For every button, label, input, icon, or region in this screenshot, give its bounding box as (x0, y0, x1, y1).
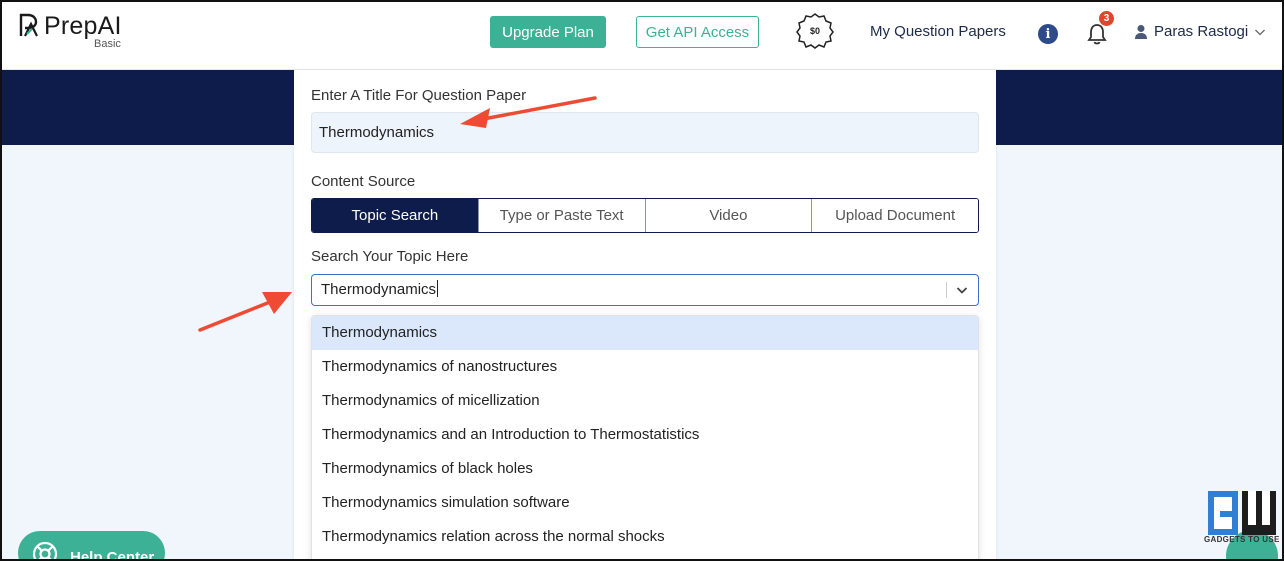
content-source-label: Content Source (311, 173, 416, 190)
content-source-tabs: Topic Search Type or Paste Text Video Up… (311, 198, 979, 233)
logo-text: PrepAI (44, 12, 122, 40)
search-input-value: Thermodynamics (321, 280, 439, 298)
logo-mark-icon (19, 13, 38, 37)
top-header: PrepAI Basic Upgrade Plan Get API Access… (0, 0, 1284, 70)
suggestion-option[interactable]: Thermodynamics of black holes (312, 452, 978, 486)
coin-balance: $0 (809, 26, 820, 36)
topic-search-input[interactable]: Thermodynamics (311, 274, 979, 306)
user-name: Paras Rastogi (1154, 23, 1249, 40)
info-icon[interactable]: i (1038, 24, 1058, 44)
suggestion-option[interactable]: Thermodynamics relation across the norma… (312, 520, 978, 554)
search-topic-label: Search Your Topic Here (311, 248, 469, 265)
tab-upload-document[interactable]: Upload Document (812, 199, 978, 232)
get-api-access-button[interactable]: Get API Access (636, 16, 759, 48)
gadgets-to-use-logo-icon (1208, 491, 1276, 535)
plan-label: Basic (94, 38, 121, 50)
prepai-logo[interactable]: PrepAI (18, 12, 122, 40)
watermark-text: GADGETS TO USE (1204, 535, 1280, 544)
notification-badge: 3 (1099, 11, 1114, 26)
suggestion-option[interactable]: Thermodynamics simulation software (312, 486, 978, 520)
text-cursor (437, 280, 439, 297)
title-input[interactable]: Thermodynamics (311, 112, 979, 153)
help-center-icon (32, 541, 58, 561)
tab-type-or-paste-text[interactable]: Type or Paste Text (478, 199, 646, 232)
title-field-label: Enter A Title For Question Paper (311, 87, 527, 104)
suggestion-option[interactable]: Thermodynamics of micellization (312, 384, 978, 418)
suggestion-option[interactable]: Thermodynamics of nanostructures (312, 350, 978, 384)
tab-topic-search[interactable]: Topic Search (312, 199, 479, 232)
help-center-button[interactable]: Help Center (18, 531, 165, 561)
user-menu[interactable]: Paras Rastogi (1134, 23, 1266, 40)
annotation-arrow-icon (198, 292, 292, 332)
credits-coin[interactable]: $0 (795, 12, 835, 50)
upgrade-plan-button[interactable]: Upgrade Plan (490, 16, 606, 48)
question-paper-form: Enter A Title For Question Paper Thermod… (294, 70, 996, 561)
tab-video[interactable]: Video (645, 199, 813, 232)
chevron-down-icon (1255, 29, 1266, 35)
my-question-papers-link[interactable]: My Question Papers (870, 23, 1006, 40)
help-center-label: Help Center (70, 549, 155, 561)
chevron-down-icon[interactable] (955, 283, 969, 297)
suggestion-option[interactable]: Thermodynamics (312, 316, 978, 350)
input-divider (946, 282, 947, 298)
user-icon (1135, 24, 1147, 39)
topic-suggestions-dropdown: Thermodynamics Thermodynamics of nanostr… (311, 315, 979, 561)
suggestion-option[interactable]: Thermodynamics and an Introduction to Th… (312, 418, 978, 452)
